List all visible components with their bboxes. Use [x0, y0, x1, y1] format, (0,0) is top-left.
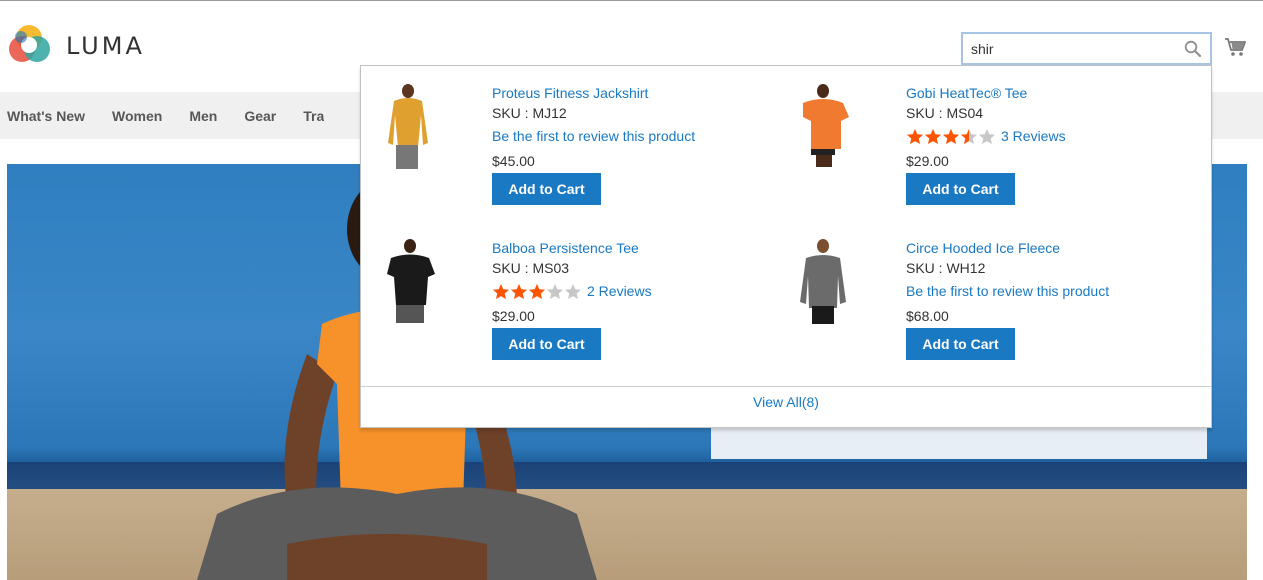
product-name-link[interactable]: Proteus Fitness Jackshirt [492, 83, 792, 103]
search-icon [1184, 40, 1202, 58]
reviews-link[interactable]: 2 Reviews [587, 281, 652, 301]
cart-icon[interactable] [1224, 36, 1246, 58]
add-to-cart-button[interactable]: Add to Cart [906, 328, 1015, 360]
review-link[interactable]: Be the first to review this product [492, 124, 792, 148]
star-icon [493, 283, 509, 299]
product-price: $68.00 [906, 308, 949, 324]
luma-logo-icon [9, 25, 50, 62]
product-thumbnail[interactable] [384, 83, 454, 175]
search-autocomplete-dropdown: Proteus Fitness Jackshirt SKU : MJ12 Be … [360, 65, 1212, 428]
product-thumbnail[interactable] [384, 238, 454, 330]
logo-link[interactable]: LUMA [7, 23, 145, 68]
logo-text: LUMA [66, 31, 145, 60]
nav-item-men[interactable]: Men [189, 108, 217, 124]
star-icon [907, 128, 923, 144]
star-icon [529, 283, 545, 299]
search-input[interactable] [963, 34, 1210, 63]
star-icon [943, 128, 959, 144]
product-rating: 3 Reviews [906, 124, 1206, 148]
add-to-cart-button[interactable]: Add to Cart [492, 328, 601, 360]
product-sku: SKU : MJ12 [492, 105, 567, 121]
product-sku: SKU : MS03 [492, 260, 570, 276]
product-price: $29.00 [492, 308, 535, 324]
nav-item-women[interactable]: Women [112, 108, 162, 124]
nav-item-training[interactable]: Training [303, 108, 324, 124]
view-all-link[interactable]: View All(8) [361, 394, 1211, 410]
autocomplete-product: Gobi HeatTec® Tee SKU : MS04 3 Reviews $… [798, 83, 1198, 213]
autocomplete-product: Balboa Persistence Tee SKU : MS03 2 Revi… [384, 238, 784, 368]
nav-item-gear[interactable]: Gear [244, 108, 276, 124]
reviews-link[interactable]: 3 Reviews [1001, 126, 1066, 146]
add-to-cart-button[interactable]: Add to Cart [492, 173, 601, 205]
star-icon [961, 128, 977, 144]
product-name-link[interactable]: Gobi HeatTec® Tee [906, 83, 1206, 103]
autocomplete-product: Circe Hooded Ice Fleece SKU : WH12 Be th… [798, 238, 1198, 368]
product-thumbnail[interactable] [798, 238, 868, 330]
rating-stars [906, 128, 996, 145]
autocomplete-product: Proteus Fitness Jackshirt SKU : MJ12 Be … [384, 83, 784, 213]
star-icon [979, 128, 995, 144]
star-icon [925, 128, 941, 144]
product-sku: SKU : MS04 [906, 105, 984, 121]
product-rating: 2 Reviews [492, 279, 792, 303]
product-price: $29.00 [906, 153, 949, 169]
product-sku: SKU : WH12 [906, 260, 986, 276]
review-link[interactable]: Be the first to review this product [906, 279, 1206, 303]
star-icon [565, 283, 581, 299]
product-name-link[interactable]: Balboa Persistence Tee [492, 238, 792, 258]
product-thumbnail[interactable] [798, 83, 868, 175]
product-price: $45.00 [492, 153, 535, 169]
star-icon [547, 283, 563, 299]
product-name-link[interactable]: Circe Hooded Ice Fleece [906, 238, 1206, 258]
dropdown-divider [361, 386, 1211, 387]
search-box [961, 32, 1212, 65]
nav-item-whats-new[interactable]: What's New [7, 108, 85, 124]
add-to-cart-button[interactable]: Add to Cart [906, 173, 1015, 205]
rating-stars [492, 283, 582, 300]
search-button[interactable] [1184, 40, 1202, 58]
star-icon [511, 283, 527, 299]
